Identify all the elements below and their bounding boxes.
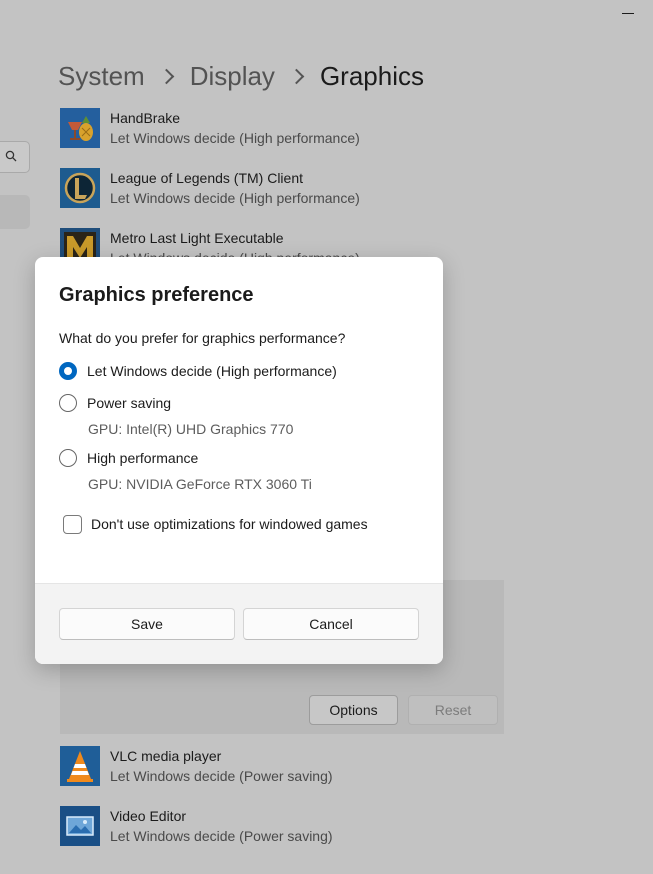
app-row-video-editor[interactable]: Video Editor Let Windows decide (Power s…: [60, 806, 510, 846]
breadcrumb-display[interactable]: Display: [190, 61, 275, 92]
video-editor-icon: [60, 806, 100, 846]
app-name: League of Legends (TM) Client: [110, 170, 303, 186]
app-preference: Let Windows decide (High performance): [110, 130, 360, 146]
gpu-label-high-performance: GPU: NVIDIA GeForce RTX 3060 Ti: [88, 476, 312, 492]
dialog-question: What do you prefer for graphics performa…: [59, 330, 346, 346]
dialog-title: Graphics preference: [59, 284, 254, 306]
chevron-right-icon: [288, 68, 305, 84]
sidebar-selected-item[interactable]: [0, 195, 30, 229]
windowed-games-checkbox-label[interactable]: Don't use optimizations for windowed gam…: [91, 516, 368, 532]
vlc-icon: [60, 746, 100, 786]
sidebar-search-box[interactable]: [0, 141, 30, 173]
windowed-games-checkbox[interactable]: [63, 515, 82, 534]
graphics-preference-dialog: Graphics preference What do you prefer f…: [35, 257, 443, 664]
breadcrumb-system[interactable]: System: [58, 61, 145, 92]
search-icon: [5, 150, 17, 162]
app-name: HandBrake: [110, 110, 181, 126]
handbrake-icon: [60, 108, 100, 148]
option-label-power-saving[interactable]: Power saving: [87, 395, 171, 411]
option-label-high-performance[interactable]: High performance: [87, 450, 198, 466]
chevron-right-icon: [158, 68, 174, 84]
save-button[interactable]: Save: [59, 608, 235, 640]
options-button[interactable]: Options: [309, 695, 398, 725]
app-row-vlc[interactable]: VLC media player Let Windows decide (Pow…: [60, 746, 510, 786]
app-preference: Let Windows decide (Power saving): [110, 768, 333, 784]
minimize-icon[interactable]: [622, 13, 634, 14]
breadcrumb: System Display Graphics: [58, 58, 424, 94]
radio-power-saving[interactable]: [59, 394, 77, 412]
app-name: Video Editor: [110, 808, 187, 824]
league-of-legends-icon: [60, 168, 100, 208]
radio-let-windows-decide[interactable]: [59, 362, 77, 380]
breadcrumb-graphics: Graphics: [319, 60, 424, 91]
app-row-league-of-legends[interactable]: League of Legends (TM) Client Let Window…: [60, 168, 510, 208]
app-name: Metro Last Light Executable: [110, 230, 284, 246]
app-preference: Let Windows decide (High performance): [110, 190, 360, 206]
reset-button[interactable]: Reset: [408, 695, 498, 725]
app-row-handbrake[interactable]: HandBrake Let Windows decide (High perfo…: [60, 108, 510, 148]
app-preference: Let Windows decide (Power saving): [110, 828, 333, 844]
app-name: VLC media player: [110, 748, 222, 764]
gpu-label-power-saving: GPU: Intel(R) UHD Graphics 770: [88, 421, 294, 437]
dialog-footer: Save Cancel: [35, 583, 443, 664]
option-label-let-windows-decide[interactable]: Let Windows decide (High performance): [87, 363, 337, 379]
radio-high-performance[interactable]: [59, 449, 77, 467]
cancel-button[interactable]: Cancel: [243, 608, 419, 640]
